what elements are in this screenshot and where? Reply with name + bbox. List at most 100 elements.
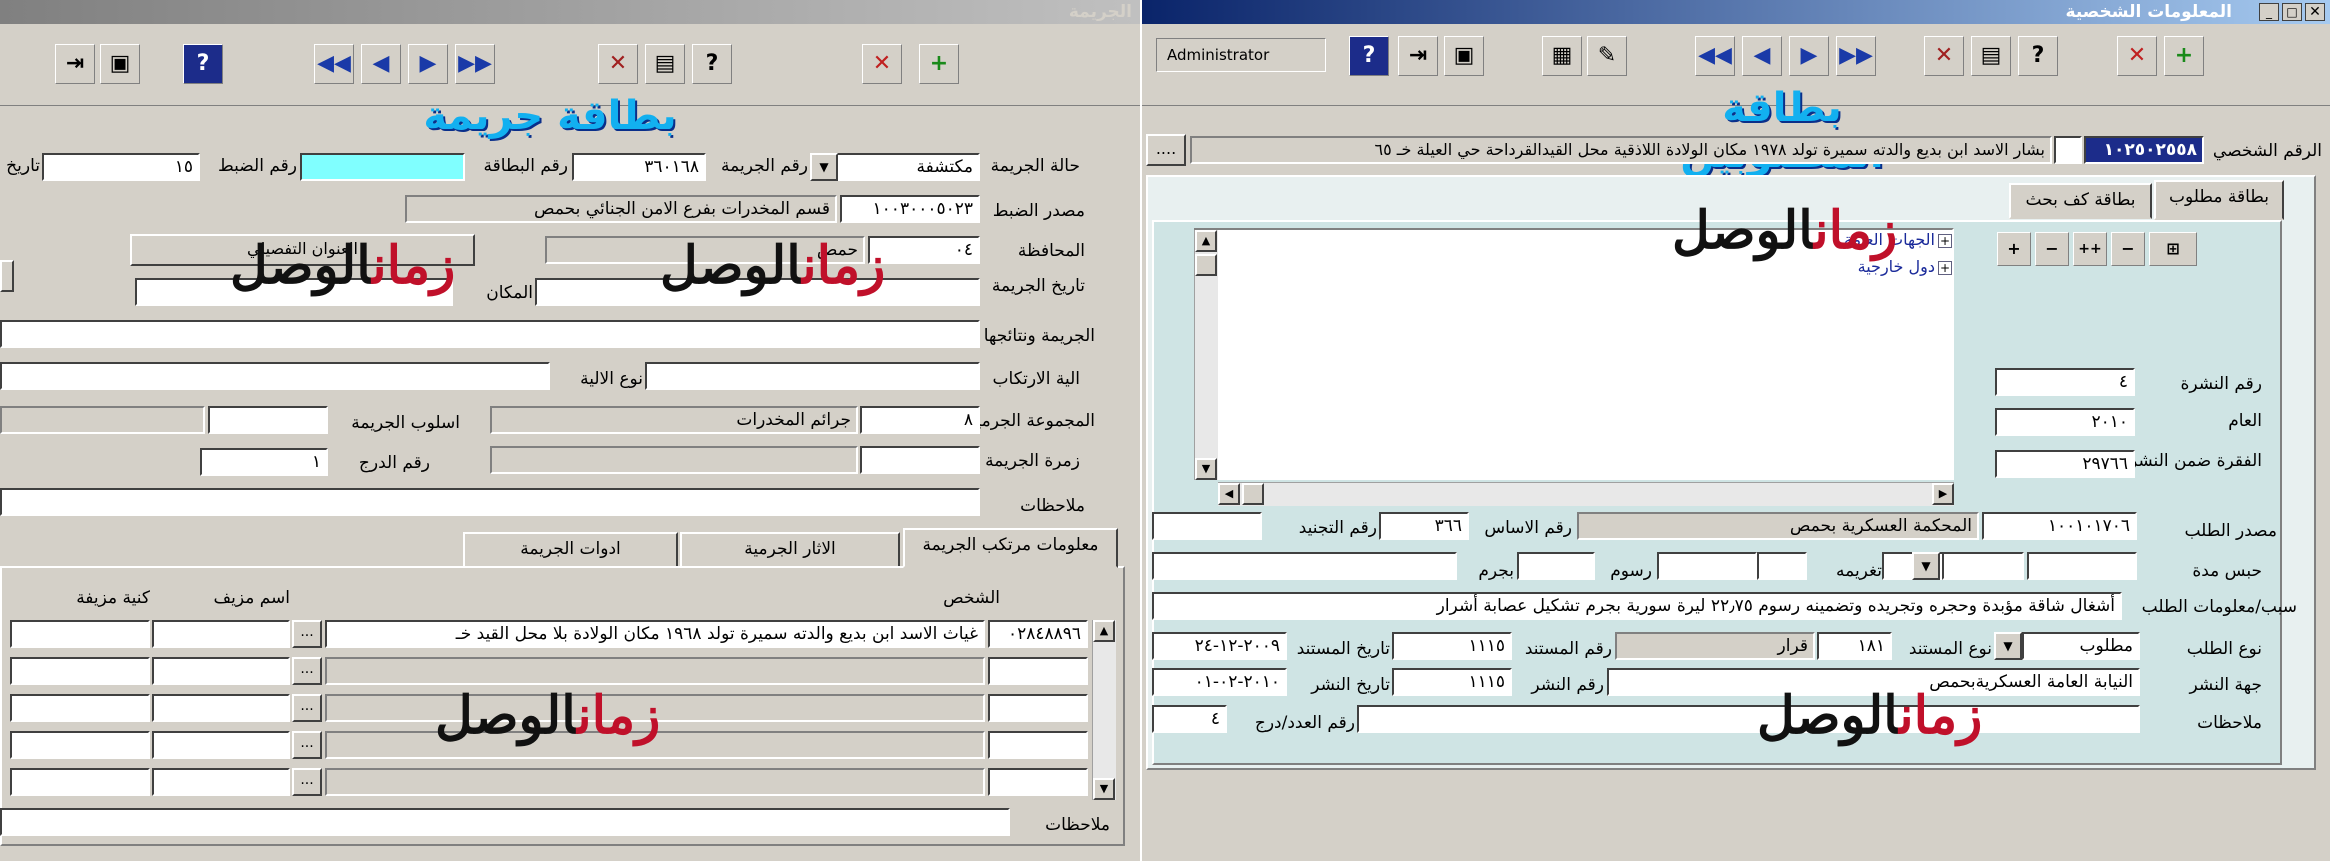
row-person-field[interactable] (325, 768, 985, 796)
prev-record-icon[interactable]: ◀ (1742, 36, 1782, 76)
paragraph-field[interactable]: ٢٩٧٦٦ (1995, 450, 2135, 478)
remove-node-icon[interactable]: − (2035, 232, 2069, 266)
seizure-source-code[interactable]: ١٠٠٣٠٠٠٥٠٢٣ (840, 195, 980, 223)
expand-all-icon[interactable]: ++ (2073, 232, 2107, 266)
tree-horizontal-scrollbar[interactable]: ◀ ▶ (1218, 482, 1954, 506)
side-button[interactable] (0, 260, 14, 292)
row-fake-nick-field[interactable] (10, 620, 150, 648)
last-record-icon[interactable]: ▶▶ (1836, 36, 1876, 76)
query-icon[interactable]: ? (692, 44, 732, 84)
crime-class-code[interactable] (860, 446, 980, 474)
next-record-icon[interactable]: ▶ (408, 44, 448, 84)
cancel-icon[interactable]: ✕ (862, 44, 902, 84)
prison-unit-dropdown-icon[interactable]: ▼ (1912, 552, 1940, 580)
tab-wanted-card[interactable]: بطاقة مطلوب (2154, 180, 2284, 220)
fee-field[interactable] (1657, 552, 1757, 580)
print-preview-icon[interactable]: ▦ (1542, 36, 1582, 76)
database-icon[interactable]: ▤ (645, 44, 685, 84)
recruit-no-field[interactable] (1152, 512, 1262, 540)
prev-record-icon[interactable]: ◀ (361, 44, 401, 84)
row-fake-nick-field[interactable] (10, 731, 150, 759)
doc-date-field[interactable]: ٢٠٠٩-١٢-٢٤ (1152, 632, 1287, 660)
request-type-dropdown-icon[interactable]: ▼ (1994, 632, 2022, 660)
first-record-icon[interactable]: ◀◀ (1695, 36, 1735, 76)
tree-vertical-scrollbar[interactable]: ▲ ▼ (1194, 230, 1218, 480)
last-record-icon[interactable]: ▶▶ (455, 44, 495, 84)
base-no-field[interactable]: ٣٦٦ (1379, 512, 1469, 540)
row-id-field[interactable] (988, 694, 1088, 722)
row-fake-name-field[interactable] (152, 768, 290, 796)
scroll-up-icon[interactable]: ▲ (1093, 620, 1115, 642)
request-type-field[interactable]: مطلوب (2022, 632, 2140, 660)
expand-icon[interactable]: + (1938, 261, 1952, 275)
reason-field[interactable]: أشغال شاقة مؤبدة وحجره وتجريده وتضمينه ر… (1152, 592, 2122, 620)
row-fake-name-field[interactable] (152, 620, 290, 648)
row-fake-name-field[interactable] (152, 694, 290, 722)
row-fake-name-field[interactable] (152, 657, 290, 685)
row-lookup-button[interactable]: ... (292, 657, 322, 685)
tree-view-icon[interactable]: ⊞ (2149, 232, 2197, 266)
row-fake-nick-field[interactable] (10, 768, 150, 796)
notes-field[interactable] (0, 488, 980, 516)
help-icon[interactable]: ? (1349, 36, 1389, 76)
minimize-icon[interactable]: _ (2259, 3, 2279, 21)
scroll-up-icon[interactable]: ▲ (1195, 230, 1217, 252)
tab-crime-traces[interactable]: الاثار الجرمية (680, 532, 900, 568)
pub-no-field[interactable]: ١١١٥ (1392, 668, 1512, 696)
fine-amount-field[interactable] (1757, 552, 1807, 580)
doc-no-field[interactable]: ١١١٥ (1392, 632, 1512, 660)
add-record-icon[interactable]: + (2164, 36, 2204, 76)
tab-search-stop-card[interactable]: بطاقة كف بحث (2009, 183, 2152, 219)
personal-no-suffix[interactable] (2054, 136, 2082, 164)
row-lookup-button[interactable]: ... (292, 768, 322, 796)
add-node-icon[interactable]: + (1997, 232, 2031, 266)
row-fake-nick-field[interactable] (10, 694, 150, 722)
notes-field[interactable] (1357, 705, 2140, 733)
expand-icon[interactable]: + (1938, 234, 1952, 248)
card-no-field[interactable] (300, 153, 465, 181)
exit-icon[interactable]: ⇥ (1398, 36, 1438, 76)
collapse-node-icon[interactable]: − (2111, 232, 2145, 266)
row-lookup-button[interactable]: ... (292, 620, 322, 648)
issue-field[interactable]: ٤ (1152, 705, 1227, 733)
help-icon[interactable]: ? (183, 44, 223, 84)
add-record-icon[interactable]: + (919, 44, 959, 84)
tab-offender-info[interactable]: معلومات مرتكب الجريمة (903, 528, 1118, 568)
doc-type-code[interactable]: ١٨١ (1817, 632, 1892, 660)
next-record-icon[interactable]: ▶ (1789, 36, 1829, 76)
maximize-icon[interactable]: □ (2282, 3, 2302, 21)
exit-icon[interactable]: ⇥ (55, 44, 95, 84)
delete-doc-icon[interactable]: ✕ (598, 44, 638, 84)
delete-doc-icon[interactable]: ✕ (1924, 36, 1964, 76)
row-person-field[interactable] (325, 657, 985, 685)
row-id-field[interactable] (988, 657, 1088, 685)
case-status-select[interactable]: مكتشفة (822, 153, 980, 181)
method-field[interactable] (645, 362, 980, 390)
scroll-right-icon[interactable]: ▶ (1932, 483, 1954, 505)
database-icon[interactable]: ▤ (1971, 36, 2011, 76)
crime-style-code[interactable] (208, 406, 328, 434)
row-lookup-button[interactable]: ... (292, 731, 322, 759)
cancel-icon[interactable]: ✕ (2117, 36, 2157, 76)
close-icon[interactable]: ✕ (2305, 3, 2325, 21)
row-fake-name-field[interactable] (152, 731, 290, 759)
prison-unit-field[interactable] (1942, 552, 2024, 580)
row-lookup-button[interactable]: ... (292, 694, 322, 722)
more-info-button[interactable]: .... (1146, 134, 1186, 166)
query-icon[interactable]: ? (2018, 36, 2058, 76)
year-field[interactable]: ٢٠١٠ (1995, 408, 2135, 436)
tab-crime-tools[interactable]: ادوات الجريمة (463, 532, 678, 568)
crime-no-field[interactable]: ٣٦٠١٦٨ (572, 153, 706, 181)
seizure-no-field[interactable]: ١٥ (42, 153, 200, 181)
row-id-field[interactable]: ٠٢٨٤٨٨٩٦ (988, 620, 1088, 648)
scroll-thumb[interactable] (1242, 483, 1264, 505)
row-person-field[interactable]: غياث الاسد ابن بديع والدته سميرة تولد ١٩… (325, 620, 985, 648)
row-fake-nick-field[interactable] (10, 657, 150, 685)
save-icon[interactable]: ▣ (100, 44, 140, 84)
scroll-left-icon[interactable]: ◀ (1218, 483, 1240, 505)
personal-no-field[interactable]: ١٠٢٥٠٢٥٥٨ (2084, 136, 2204, 164)
prison-field[interactable] (2027, 552, 2137, 580)
fees-amount-field[interactable] (1517, 552, 1595, 580)
row-id-field[interactable] (988, 768, 1088, 796)
bottom-notes-field[interactable] (0, 808, 1010, 836)
